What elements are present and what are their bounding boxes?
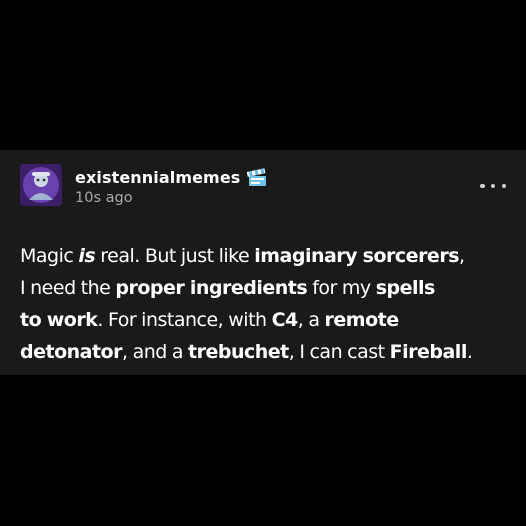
text-span: remote [324, 309, 400, 331]
text-span: for my [307, 277, 376, 299]
text-span: . [466, 341, 473, 363]
more-options-icon[interactable] [480, 176, 506, 196]
text-span: is [78, 245, 96, 267]
text-span: I need the [20, 277, 116, 299]
username-row: existennialmemes [75, 166, 269, 188]
timestamp: 10s ago [75, 190, 133, 206]
text-span: C4 [271, 309, 299, 331]
text-span: , I can cast [288, 341, 390, 363]
post-header: existennialmemes 10s ago [20, 164, 526, 208]
dot [501, 183, 506, 189]
text-span: Fireball [389, 341, 468, 363]
text-span: , [459, 245, 465, 267]
text-span: , a [297, 309, 325, 331]
post-body: Magic is real. But just like imaginary s… [20, 240, 520, 368]
avatar[interactable] [20, 164, 62, 206]
post-body-line: to work. For instance, with C4, a remote [20, 304, 520, 336]
dot [490, 183, 496, 189]
text-span: real. But just like [95, 245, 255, 267]
post-card: existennialmemes 10s ago Magic is real. … [0, 150, 526, 375]
avatar-image [20, 164, 62, 206]
dot [480, 183, 485, 189]
post-body-line: Magic is real. But just like imaginary s… [20, 240, 520, 272]
text-span: to work [20, 309, 98, 331]
username[interactable]: existennialmemes [75, 168, 240, 187]
text-span: imaginary sorcerers [254, 245, 459, 267]
text-span: trebuchet [188, 341, 289, 363]
post-body-line: I need the proper ingredients for my spe… [20, 272, 520, 304]
text-span: . For instance, with [97, 309, 272, 331]
text-span: , and a [121, 341, 189, 363]
text-span: Magic [20, 245, 79, 267]
film-clapper-badge-icon [245, 166, 269, 188]
text-span: proper ingredients [115, 277, 308, 299]
text-span: detonator [20, 341, 122, 363]
text-span: spells [375, 277, 436, 299]
post-body-line: detonator, and a trebuchet, I can cast F… [20, 336, 520, 368]
